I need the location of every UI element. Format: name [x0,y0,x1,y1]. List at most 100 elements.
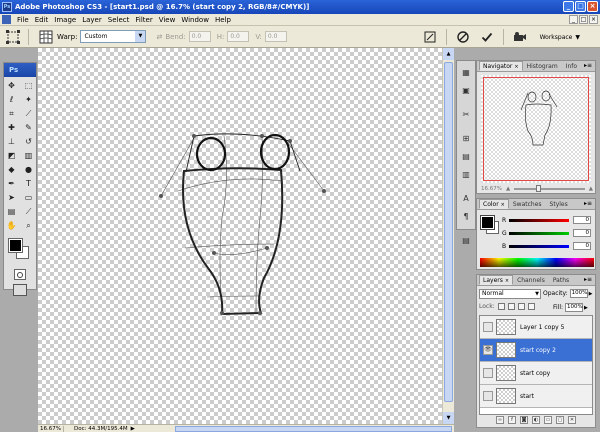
healing-brush-tool-icon[interactable]: ✚ [5,122,19,134]
layer-name[interactable]: start copy [520,370,550,377]
warp-mode-icon[interactable] [39,30,53,44]
clone-stamp-tool-icon[interactable]: ⊥ [5,136,19,148]
navigator-view-box[interactable] [483,77,589,181]
tab-histogram[interactable]: Histogram [523,61,562,71]
dodge-tool-icon[interactable]: ● [22,164,36,176]
green-value-input[interactable]: 0 [573,229,591,237]
tab-channels[interactable]: Channels [513,275,549,285]
eye-icon[interactable]: 👁 [483,345,493,355]
lock-position-icon[interactable] [517,303,525,310]
green-slider[interactable] [509,231,569,235]
pen-tool-icon[interactable]: ✒ [5,178,19,190]
menu-filter[interactable]: Filter [132,16,155,24]
menu-select[interactable]: Select [105,16,133,24]
adjustment-layer-icon[interactable]: ◐ [532,416,540,424]
brushes-panel-icon[interactable]: ▦ [459,66,473,79]
layer-mask-icon[interactable]: ◙ [520,416,528,424]
navigator-zoom-value[interactable]: 16.67% [481,186,502,192]
fill-input[interactable]: 100% [565,303,584,312]
menu-edit[interactable]: Edit [32,16,52,24]
blue-slider[interactable] [509,244,569,248]
tab-info[interactable]: Info [562,61,581,71]
character-icon[interactable]: A [459,192,473,205]
close-button[interactable]: × [587,1,598,12]
blur-tool-icon[interactable]: ◆ [5,164,19,176]
tab-navigator[interactable]: Navigator × [479,61,523,71]
cancel-transform-icon[interactable] [455,29,471,45]
zoom-out-icon[interactable]: ▲ [506,186,510,192]
history-icon[interactable]: ▤ [459,150,473,163]
tab-paths[interactable]: Paths [549,275,573,285]
document-canvas[interactable] [38,48,454,424]
blue-value-input[interactable]: 0 [573,242,591,250]
eyedropper-tool-icon[interactable]: ⟋ [22,206,36,218]
doc-icon[interactable] [2,15,11,24]
gradient-tool-icon[interactable]: ▥ [22,150,36,162]
scroll-down-icon[interactable]: ▼ [443,412,454,424]
menu-image[interactable]: Image [51,16,79,24]
quick-mask-button[interactable] [14,269,26,280]
lock-all-icon[interactable] [527,303,535,310]
lock-transparency-icon[interactable] [497,303,505,310]
paragraph-icon[interactable]: ¶ [459,210,473,223]
bend-input[interactable]: 0.0 [188,31,211,42]
tab-color[interactable]: Color × [479,199,509,209]
tab-layers[interactable]: Layers × [479,275,514,285]
hand-tool-icon[interactable]: ✋ [5,220,19,232]
panel-menu-icon[interactable]: ▸≡ [584,62,592,69]
slice-tool-icon[interactable]: ⟋ [22,108,36,120]
scroll-thumb[interactable] [444,62,453,402]
status-arrow-icon[interactable]: ▶ [131,426,135,432]
menu-layer[interactable]: Layer [79,16,105,24]
path-select-tool-icon[interactable]: ➤ [5,192,19,204]
layer-row[interactable]: start [480,385,592,408]
visibility-toggle[interactable] [483,322,493,332]
panel-menu-icon[interactable]: ▸≡ [584,276,592,283]
opacity-arrow-icon[interactable]: ▶ [589,291,593,297]
horizontal-scrollbar[interactable] [174,425,452,432]
link-layers-icon[interactable]: ∞ [496,416,504,424]
doc-close-button[interactable]: × [589,15,598,24]
vertical-scrollbar[interactable]: ▲ ▼ [442,48,454,424]
brush-tool-icon[interactable]: ✎ [22,122,36,134]
slider-knob[interactable] [536,184,542,192]
menu-file[interactable]: File [14,16,32,24]
screen-mode-button[interactable] [13,284,27,296]
warp-style-select[interactable]: Custom ▼ [80,30,147,43]
menu-view[interactable]: View [156,16,179,24]
layer-name[interactable]: start copy 2 [520,347,556,354]
doc-restore-button[interactable]: □ [579,15,588,24]
shape-tool-icon[interactable]: ▭ [22,192,36,204]
layer-row[interactable]: Layer 1 copy 5 [480,316,592,339]
red-value-input[interactable]: 0 [573,216,591,224]
tab-swatches[interactable]: Swatches [509,199,546,209]
eraser-tool-icon[interactable]: ◩ [5,150,19,162]
zoom-tool-icon[interactable]: ⌕ [22,220,36,232]
clone-source-icon[interactable]: ⊞ [459,132,473,145]
minimize-button[interactable]: _ [563,1,574,12]
layer-style-icon[interactable]: f [508,416,516,424]
magic-wand-tool-icon[interactable]: ✦ [22,94,36,106]
layer-name[interactable]: start [520,393,534,400]
maximize-button[interactable]: □ [575,1,586,12]
delete-layer-icon[interactable]: ✕ [568,416,576,424]
fill-arrow-icon[interactable]: ▶ [584,305,588,311]
workspace-menu[interactable]: Workspace ▼ [540,34,580,41]
notes-tool-icon[interactable]: ▤ [5,206,19,218]
color-foreground-swatch[interactable] [480,215,495,230]
crop-tool-icon[interactable]: ⌗ [5,108,19,120]
red-slider[interactable] [509,218,569,222]
lasso-tool-icon[interactable]: ℓ [5,94,19,106]
layer-comps-icon[interactable]: ▥ [459,168,473,181]
new-layer-icon[interactable]: ▢ [556,416,564,424]
lock-image-icon[interactable] [507,303,515,310]
tab-styles[interactable]: Styles [546,199,572,209]
visibility-toggle[interactable] [483,391,493,401]
menu-help[interactable]: Help [212,16,234,24]
transform-tool-icon[interactable] [6,29,20,44]
layer-row[interactable]: start copy [480,362,592,385]
zoom-level-field[interactable]: 16.67% [38,425,64,432]
new-group-icon[interactable]: ▭ [544,416,552,424]
menu-window[interactable]: Window [178,16,212,24]
color-spectrum-bar[interactable] [480,258,594,267]
